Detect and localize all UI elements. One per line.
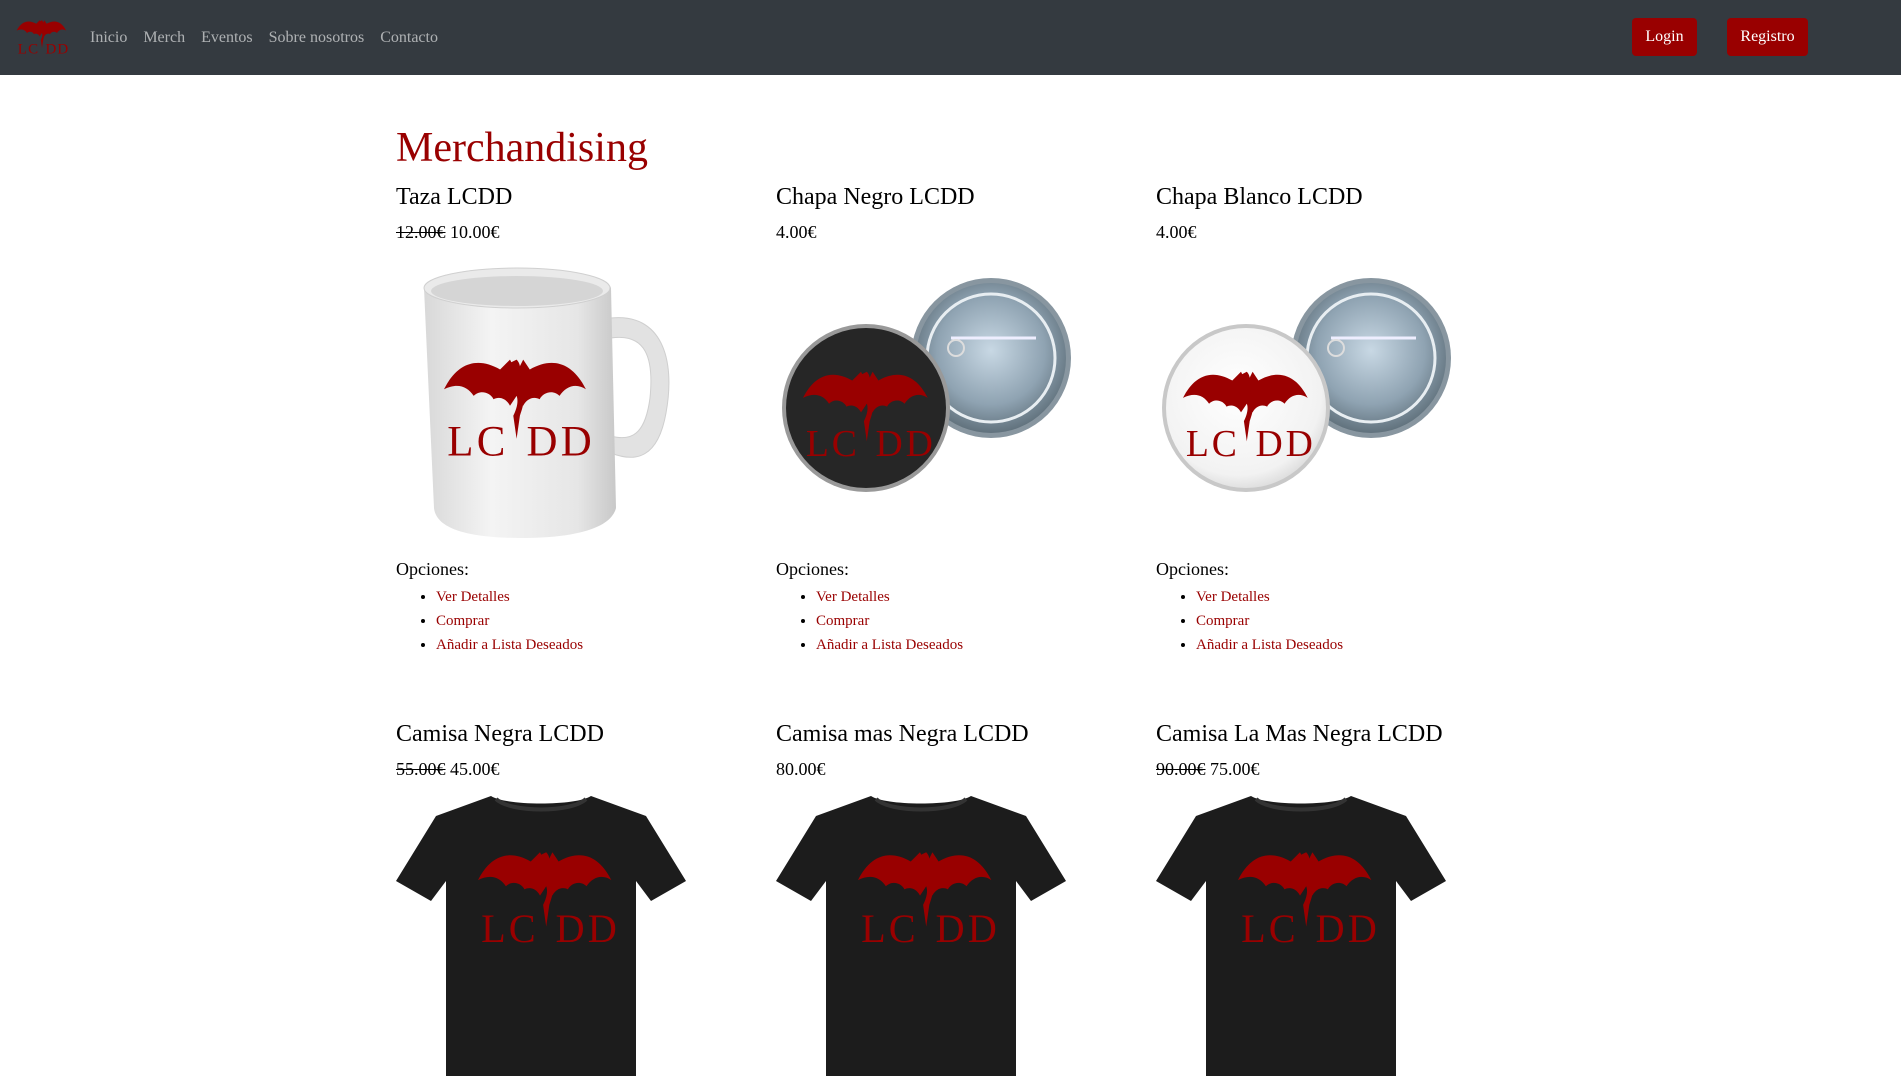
list-item: Comprar	[1196, 609, 1516, 633]
view-details-link[interactable]: Ver Detalles	[436, 589, 510, 605]
product-name: Chapa Negro LCDD	[776, 184, 975, 210]
buy-link[interactable]: Comprar	[816, 613, 869, 629]
view-details-link[interactable]: Ver Detalles	[1196, 589, 1270, 605]
nav-link-merch[interactable]: Merch	[143, 29, 185, 47]
product-current-price: 80.00€	[776, 759, 826, 779]
product-current-price: 45.00€	[450, 759, 500, 779]
list-item: Ver Detalles	[436, 585, 756, 609]
login-button[interactable]: Login	[1632, 18, 1697, 56]
add-wishlist-link[interactable]: Añadir a Lista Deseados	[436, 637, 583, 653]
product-old-price: 90.00€	[1156, 759, 1206, 779]
product-current-price: 75.00€	[1210, 759, 1260, 779]
product-name: Camisa Negra LCDD	[396, 721, 604, 747]
nav-link-eventos[interactable]: Eventos	[201, 29, 253, 47]
product-card: Camisa mas Negra LCDD 80.00€	[776, 717, 1136, 1076]
nav-links: Inicio Merch Eventos Sobre nosotros Cont…	[90, 0, 454, 75]
mug-image-icon	[423, 267, 670, 538]
nav-link-inicio[interactable]: Inicio	[90, 29, 127, 47]
product-current-price: 10.00€	[450, 222, 500, 242]
list-item: Comprar	[436, 609, 756, 633]
options-list: Ver Detalles Comprar Añadir a Lista Dese…	[1196, 585, 1516, 657]
product-image[interactable]	[1156, 791, 1456, 1076]
product-price: 12.00€ 10.00€	[396, 220, 756, 244]
list-item: Ver Detalles	[1196, 585, 1516, 609]
product-name: Camisa La Mas Negra LCDD	[1156, 721, 1443, 747]
product-price: 55.00€ 45.00€	[396, 757, 756, 781]
product-current-price: 4.00€	[776, 222, 817, 242]
product-image[interactable]	[396, 258, 696, 543]
nav-link-contacto[interactable]: Contacto	[380, 29, 438, 47]
navbar: Inicio Merch Eventos Sobre nosotros Cont…	[0, 0, 1901, 75]
product-old-price: 12.00€	[396, 222, 446, 242]
product-image[interactable]	[1156, 258, 1456, 543]
view-details-link[interactable]: Ver Detalles	[816, 589, 890, 605]
product-card: Taza LCDD 12.00€ 10.00€ Opciones: Ver De…	[396, 180, 756, 657]
product-image[interactable]	[776, 258, 1076, 543]
product-name: Taza LCDD	[396, 184, 513, 210]
options-label: Opciones:	[1156, 559, 1229, 579]
list-item: Comprar	[816, 609, 1136, 633]
product-price: 4.00€	[1156, 220, 1516, 244]
list-item: Añadir a Lista Deseados	[436, 633, 756, 657]
product-name: Camisa mas Negra LCDD	[776, 721, 1029, 747]
product-image[interactable]	[396, 791, 696, 1076]
product-card: Camisa Negra LCDD 55.00€ 45.00€	[396, 717, 756, 1076]
page-title: Merchandising	[396, 125, 648, 171]
buy-link[interactable]: Comprar	[436, 613, 489, 629]
product-current-price: 4.00€	[1156, 222, 1197, 242]
product-price: 80.00€	[776, 757, 1136, 781]
options-list: Ver Detalles Comprar Añadir a Lista Dese…	[816, 585, 1136, 657]
options-list: Ver Detalles Comprar Añadir a Lista Dese…	[436, 585, 756, 657]
list-item: Añadir a Lista Deseados	[1196, 633, 1516, 657]
product-price: 4.00€	[776, 220, 1136, 244]
buy-link[interactable]: Comprar	[1196, 613, 1249, 629]
options-label: Opciones:	[776, 559, 849, 579]
list-item: Añadir a Lista Deseados	[816, 633, 1136, 657]
product-image[interactable]	[776, 791, 1076, 1076]
badge-black-image-icon	[782, 278, 1071, 492]
product-name: Chapa Blanco LCDD	[1156, 184, 1363, 210]
options-label: Opciones:	[396, 559, 469, 579]
register-button[interactable]: Registro	[1727, 18, 1808, 56]
badge-white-image-icon	[1162, 278, 1451, 492]
product-price: 90.00€ 75.00€	[1156, 757, 1516, 781]
product-card: Chapa Negro LCDD 4.00€ Opciones: Ver Det…	[776, 180, 1136, 657]
product-old-price: 55.00€	[396, 759, 446, 779]
nav-link-sobre-nosotros[interactable]: Sobre nosotros	[269, 29, 365, 47]
add-wishlist-link[interactable]: Añadir a Lista Deseados	[1196, 637, 1343, 653]
dragon-logo-icon	[16, 20, 70, 58]
tshirt-image-icon	[396, 796, 686, 1076]
tshirt-image-icon	[1156, 796, 1446, 1076]
product-card: Camisa La Mas Negra LCDD 90.00€ 75.00€	[1156, 717, 1516, 1076]
list-item: Ver Detalles	[816, 585, 1136, 609]
brand-logo[interactable]	[16, 18, 70, 58]
add-wishlist-link[interactable]: Añadir a Lista Deseados	[816, 637, 963, 653]
tshirt-image-icon	[776, 796, 1066, 1076]
product-card: Chapa Blanco LCDD 4.00€ Opciones: Ver De…	[1156, 180, 1516, 657]
